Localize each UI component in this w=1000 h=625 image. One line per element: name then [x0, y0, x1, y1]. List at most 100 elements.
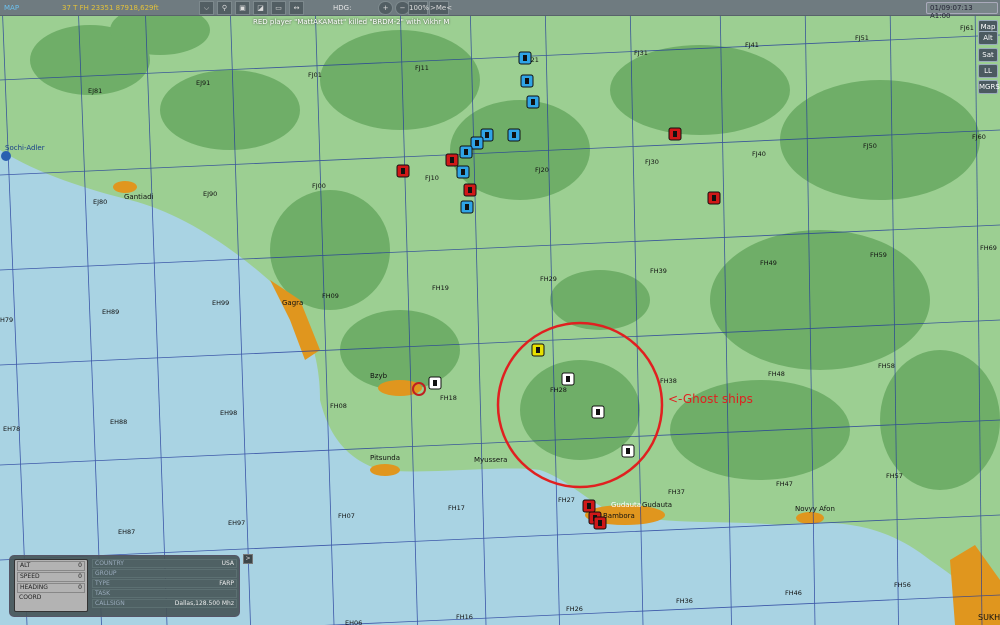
town-label: Novyy Afon	[795, 505, 835, 513]
group-label: GROUP	[95, 570, 117, 577]
comment-icon[interactable]: ▭	[271, 1, 286, 15]
marker-icon[interactable]: ◪	[253, 1, 268, 15]
zoom-in-button[interactable]: +	[378, 1, 393, 15]
town-label: Gudauta	[642, 501, 672, 509]
unit-type-icon	[525, 78, 529, 84]
grid-label: EH89	[102, 308, 119, 316]
grid-label: FH58	[878, 362, 895, 370]
distance-icon[interactable]: ↔	[289, 1, 304, 15]
alt-mode-button[interactable]: Alt	[978, 31, 998, 45]
grid-label: EJ91	[196, 79, 210, 87]
grid-label: FH56	[894, 581, 911, 589]
measure-icon[interactable]: ⚲	[217, 1, 232, 15]
grid-label: FJ61	[960, 24, 974, 32]
callsign-row: CALLSIGN Dallas,128.500 Mhz	[92, 599, 237, 608]
speed-value: 0	[78, 573, 82, 580]
ghost-ships-annotation: <-Ghost ships	[668, 392, 753, 406]
grid-label: FJ01	[308, 71, 322, 79]
unit-type-icon	[468, 187, 472, 193]
layers-icon[interactable]: ▣	[235, 1, 250, 15]
grid-label: FH69	[980, 244, 997, 252]
grid-label: FH48	[768, 370, 785, 378]
zoom-level[interactable]: 100%	[408, 1, 429, 15]
town-label: Gantiadi	[124, 193, 154, 201]
grid-label: EH06	[345, 619, 362, 625]
map-title: MAP	[4, 4, 20, 12]
grid-label: EH97	[228, 519, 245, 527]
grid-label: FJ30	[645, 158, 659, 166]
ruler-icon[interactable]: ⌵	[199, 1, 214, 15]
unit-type-icon	[433, 380, 437, 386]
unit-type-icon	[587, 503, 591, 509]
grid-label: FH37	[668, 488, 685, 496]
callsign-label: CALLSIGN	[95, 600, 125, 607]
unit-type-icon	[626, 448, 630, 454]
unit-details: COUNTRY USA GROUP TYPE FARP TASK CALLSIGN D…	[92, 559, 237, 609]
grid-label: FH29	[540, 275, 557, 283]
center-on-me-button[interactable]: >Me<	[429, 1, 452, 15]
grid-label: FJ00	[312, 182, 326, 190]
grid-label: EH98	[220, 409, 237, 417]
unit-type-icon	[401, 168, 405, 174]
unit-type-icon	[566, 376, 570, 382]
alt-row: ALT 0	[17, 561, 85, 571]
grid-label: FJ51	[855, 34, 869, 42]
group-row: GROUP	[92, 569, 237, 578]
cursor-coordinates: 37 T FH 23351 87918,629ft	[62, 4, 159, 12]
grid-label: FH38	[660, 377, 677, 385]
grid-label: FH49	[760, 259, 777, 267]
task-row: TASK	[92, 589, 237, 598]
heading-value: 0	[78, 584, 82, 591]
top-toolbar: MAP 37 T FH 23351 87918,629ft ⌵ ⚲ ▣ ◪ ▭ …	[0, 0, 1000, 20]
unit-type-icon	[485, 132, 489, 138]
town-label: Gudauta	[611, 501, 641, 509]
type-value: FARP	[219, 580, 234, 587]
country-label: COUNTRY	[95, 560, 124, 567]
unit-type-icon	[712, 195, 716, 201]
kill-message: RED player "MattAKAMatt" killed "BRDM-2"…	[253, 18, 450, 26]
grid-label: FH09	[322, 292, 339, 300]
type-label: TYPE	[95, 580, 110, 587]
grid-label: EH87	[118, 528, 135, 536]
task-label: TASK	[95, 590, 111, 597]
town-label: Gagra	[282, 299, 303, 307]
grid-label: FJ20	[535, 166, 549, 174]
unit-type-icon	[673, 131, 677, 137]
grid-label: FH08	[330, 402, 347, 410]
map-canvas[interactable]: EJ81EJ91FJ01FJ11FJ21FJ31FJ41FJ51FJ61EJ80…	[0, 0, 1000, 625]
country-row: COUNTRY USA	[92, 559, 237, 568]
grid-label: FH28	[550, 386, 567, 394]
country-value: USA	[221, 560, 234, 567]
unit-type-icon	[596, 409, 600, 415]
grid-label: EH78	[3, 425, 20, 433]
alt-value: 0	[78, 562, 82, 569]
grid-label: FJ11	[415, 64, 429, 72]
coord-row: COORD	[17, 594, 85, 604]
grid-label: EH88	[110, 418, 127, 426]
heading-label: HDG:	[333, 4, 352, 12]
grid-label: FH19	[432, 284, 449, 292]
unit-type-icon	[450, 157, 454, 163]
speed-label: SPEED	[20, 573, 40, 580]
grid-label: FJ10	[425, 174, 439, 182]
grid-label: FH27	[558, 496, 575, 504]
grid-label: FH26	[566, 605, 583, 613]
unit-info-panel: ALT 0 SPEED 0 HEADING 0 COORD COUNTRY USA GR…	[9, 555, 240, 617]
airfield-icon[interactable]	[1, 151, 11, 161]
town-label: SUKH	[978, 613, 1000, 622]
grid-label: H79	[0, 316, 13, 324]
type-row: TYPE FARP	[92, 579, 237, 588]
grid-label: FH16	[456, 613, 473, 621]
unit-type-icon	[531, 99, 535, 105]
sat-mode-button[interactable]: Sat	[978, 48, 998, 62]
grid-label: FJ41	[745, 41, 759, 49]
callsign-value: Dallas,128.500 Mhz	[174, 600, 234, 607]
heading-row: HEADING 0	[17, 583, 85, 593]
mgrs-coords-button[interactable]: MGRS	[978, 80, 1000, 94]
town-label: Pitsunda	[370, 454, 400, 462]
unit-type-icon	[464, 149, 468, 155]
expand-panel-button[interactable]: >	[243, 554, 253, 564]
grid-label: FH36	[676, 597, 693, 605]
grid-label: FH47	[776, 480, 793, 488]
ll-coords-button[interactable]: LL	[978, 64, 998, 78]
